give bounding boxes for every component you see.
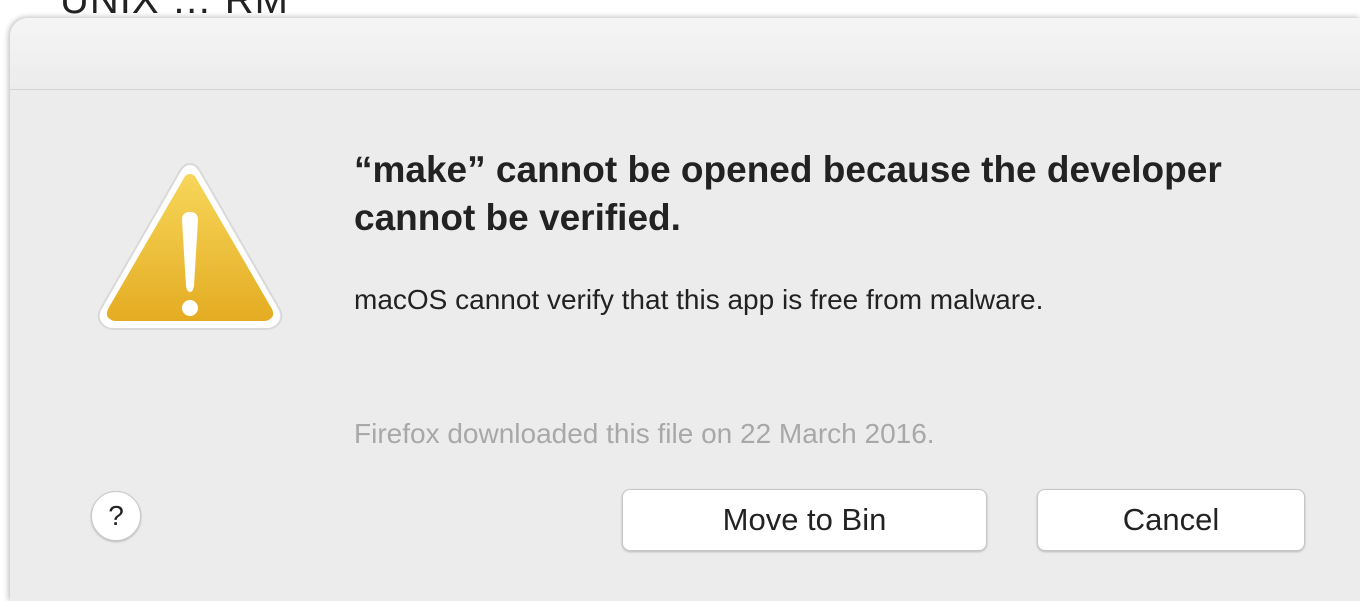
alert-info-text: Firefox downloaded this file on 22 March… (354, 418, 935, 449)
warning-triangle-icon (94, 158, 286, 334)
alert-dialog: “make” cannot be opened because the deve… (10, 18, 1360, 601)
help-button[interactable]: ? (91, 491, 141, 541)
alert-message: macOS cannot verify that this app is fre… (354, 284, 1044, 315)
move-to-bin-button[interactable]: Move to Bin (622, 489, 987, 551)
cancel-button[interactable]: Cancel (1037, 489, 1305, 551)
alert-title: “make” cannot be opened because the deve… (354, 149, 1222, 238)
dialog-titlebar (10, 18, 1360, 90)
